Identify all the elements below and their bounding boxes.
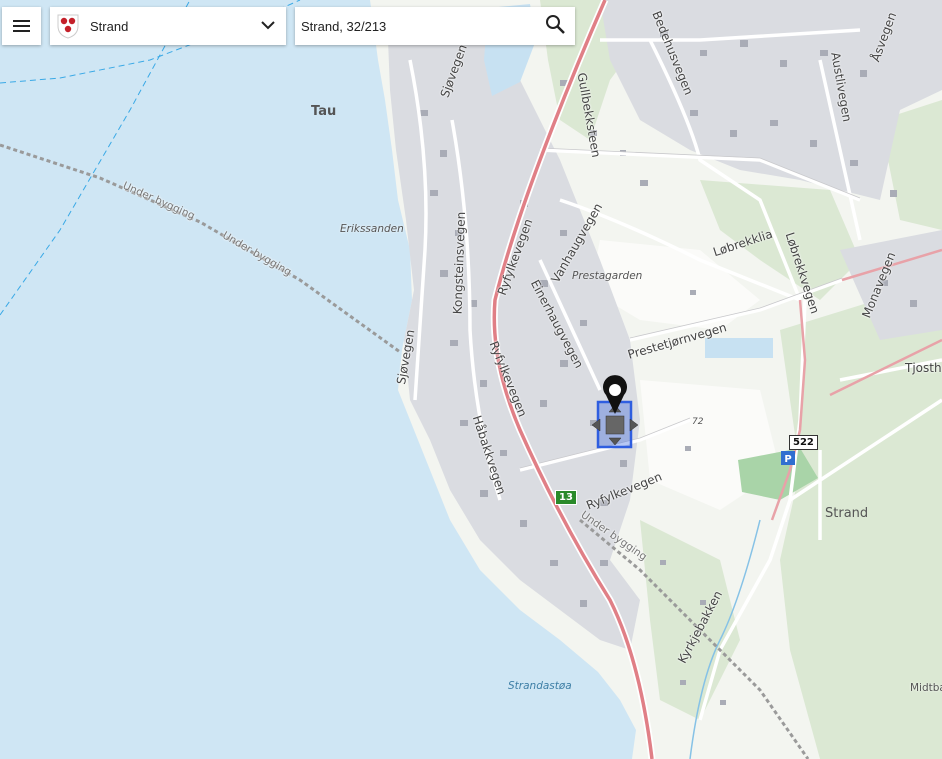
menu-button[interactable]: [2, 7, 41, 45]
municipality-selector[interactable]: Strand: [50, 7, 286, 45]
strand-coat-of-arms-icon: [56, 13, 80, 39]
municipality-name: Strand: [90, 18, 129, 34]
parking-icon: P: [781, 451, 795, 465]
map-canvas[interactable]: P: [0, 0, 942, 759]
pond: [705, 338, 773, 358]
search-icon[interactable]: [544, 13, 566, 40]
hamburger-menu-icon: [13, 20, 30, 32]
route-13-shield: 13: [555, 490, 577, 505]
chevron-down-icon[interactable]: [260, 17, 276, 35]
svg-text:P: P: [784, 454, 791, 465]
search-box[interactable]: Strand, 32/213: [295, 7, 575, 45]
route-522-shield: 522: [789, 435, 818, 450]
search-input[interactable]: Strand, 32/213: [301, 19, 544, 34]
